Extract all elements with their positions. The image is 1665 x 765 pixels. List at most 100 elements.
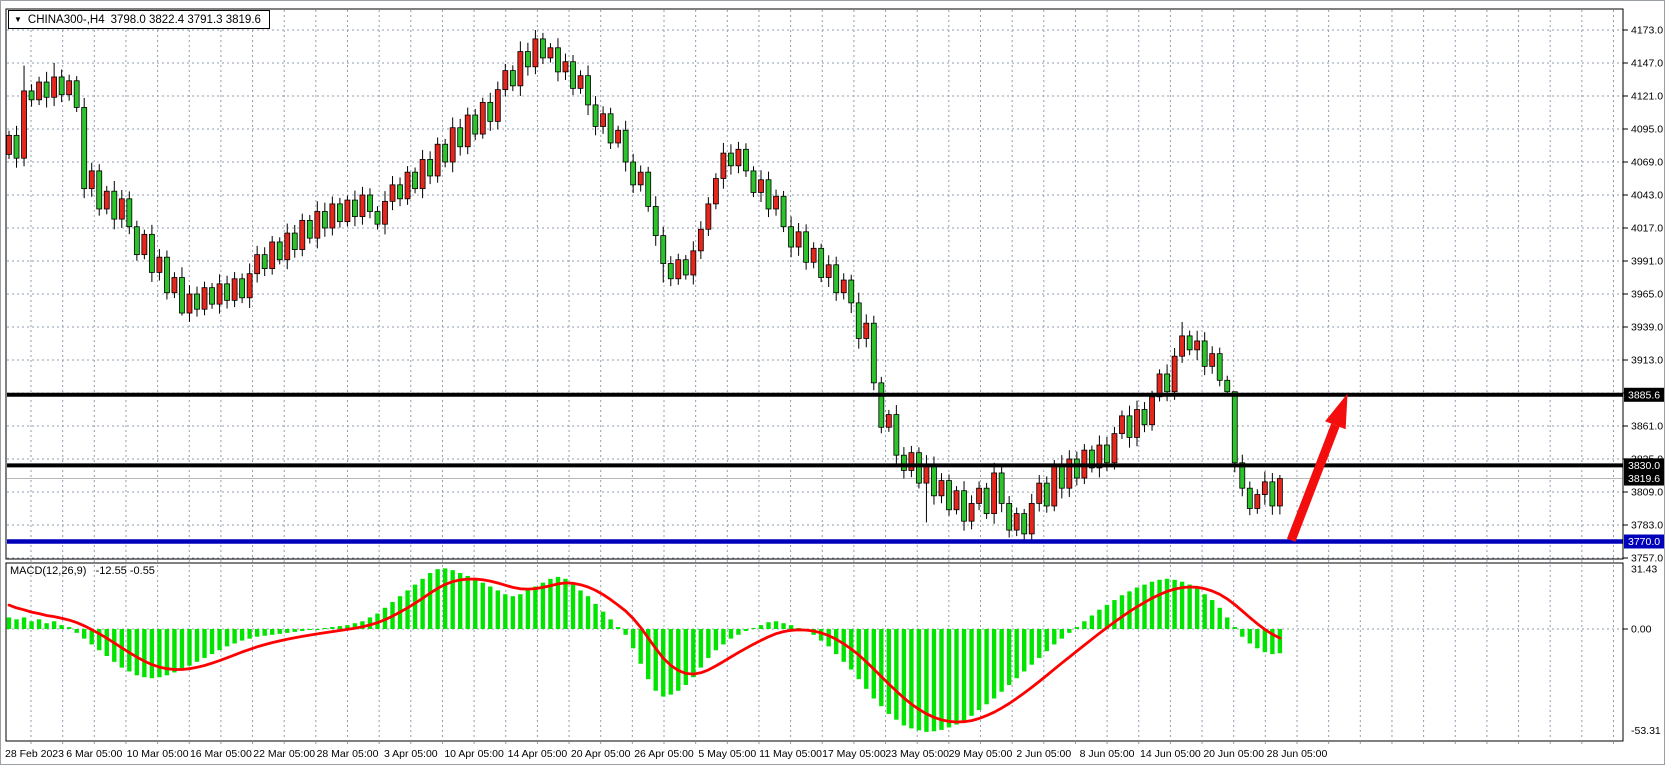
candle-up bbox=[465, 115, 470, 147]
candle-down bbox=[631, 162, 636, 185]
macd-histogram-bar bbox=[669, 629, 673, 695]
time-tick-label: 26 Apr 05:00 bbox=[634, 748, 694, 760]
macd-histogram-bar bbox=[255, 629, 259, 637]
candle-down bbox=[195, 294, 200, 309]
time-tick-label: 8 Jun 05:00 bbox=[1080, 748, 1135, 760]
candle-down bbox=[1225, 380, 1230, 391]
macd-histogram-bar bbox=[721, 629, 725, 644]
candle-up bbox=[247, 274, 252, 298]
price-tick-label: 3991.0 bbox=[1631, 256, 1663, 268]
macd-histogram-bar bbox=[1090, 615, 1094, 629]
macd-histogram-bar bbox=[7, 617, 11, 629]
macd-histogram-bar bbox=[1067, 629, 1071, 633]
candle-up bbox=[992, 473, 997, 514]
macd-histogram-bar bbox=[759, 625, 763, 629]
symbol-dropdown-icon[interactable]: ▼ bbox=[14, 16, 22, 24]
macd-histogram-bar bbox=[1187, 585, 1191, 629]
macd-histogram-bar bbox=[67, 627, 71, 629]
candle-down bbox=[947, 481, 952, 510]
macd-indicator-label: MACD(12,26,9) -12.55 -0.55 bbox=[10, 565, 155, 577]
macd-histogram-bar bbox=[1195, 588, 1199, 629]
macd-histogram-bar bbox=[541, 583, 545, 629]
macd-histogram-bar bbox=[909, 629, 913, 728]
macd-histogram-bar bbox=[533, 587, 537, 629]
macd-histogram-bar bbox=[450, 570, 454, 629]
macd-histogram-bar bbox=[82, 629, 86, 639]
candle-down bbox=[112, 191, 117, 219]
macd-histogram-bar bbox=[962, 629, 966, 721]
macd-histogram-bar bbox=[1210, 600, 1214, 629]
candle-down bbox=[653, 206, 658, 235]
price-tick-label: 4121.0 bbox=[1631, 91, 1663, 103]
macd-histogram-bar bbox=[180, 629, 184, 670]
macd-histogram-bar bbox=[608, 619, 612, 629]
candle-down bbox=[1142, 410, 1147, 425]
price-tick-label: 3913.0 bbox=[1631, 355, 1663, 367]
candle-up bbox=[796, 232, 801, 247]
symbol-ohlc-box[interactable]: ▼ CHINA300-,H4 3798.0 3822.4 3791.3 3819… bbox=[8, 10, 270, 29]
candle-down bbox=[322, 212, 327, 229]
candle-up bbox=[826, 265, 831, 278]
candle-up bbox=[285, 233, 290, 260]
price-tick-label: 4069.0 bbox=[1631, 157, 1663, 169]
macd-histogram-bar bbox=[699, 629, 703, 668]
macd-histogram-bar bbox=[37, 619, 41, 629]
macd-histogram-bar bbox=[872, 629, 876, 698]
macd-histogram-bar bbox=[887, 629, 891, 714]
candle-down bbox=[428, 159, 433, 176]
macd-histogram-bar bbox=[14, 619, 18, 629]
candle-up bbox=[142, 234, 147, 254]
candle-up bbox=[300, 220, 305, 249]
price-tick-label: 4043.0 bbox=[1631, 190, 1663, 202]
price-tick-label: 4095.0 bbox=[1631, 124, 1663, 136]
candle-down bbox=[1022, 514, 1027, 534]
time-tick-label: 20 Apr 05:00 bbox=[571, 748, 631, 760]
macd-histogram-bar bbox=[466, 576, 470, 629]
candle-down bbox=[1232, 392, 1237, 463]
price-tick-label: 3783.0 bbox=[1631, 520, 1663, 532]
candle-up bbox=[969, 503, 974, 521]
candle-up bbox=[383, 201, 388, 224]
candle-down bbox=[352, 200, 357, 217]
time-tick-label: 3 Apr 05:00 bbox=[384, 748, 438, 760]
macd-histogram-bar bbox=[578, 590, 582, 629]
macd-histogram-bar bbox=[481, 583, 485, 629]
candle-up bbox=[939, 481, 944, 496]
price-axis-badge-label: 3885.6 bbox=[1628, 389, 1660, 401]
candle-up bbox=[330, 204, 335, 228]
candle-up bbox=[1180, 336, 1185, 356]
candle-up bbox=[864, 323, 869, 338]
macd-histogram-bar bbox=[774, 621, 778, 629]
candle-down bbox=[999, 473, 1004, 503]
macd-histogram-bar bbox=[22, 617, 26, 629]
candle-down bbox=[337, 204, 342, 222]
macd-histogram-bar bbox=[420, 579, 424, 629]
candle-down bbox=[879, 383, 884, 427]
chart-canvas[interactable]: 4173.04147.04121.04095.04069.04043.04017… bbox=[1, 1, 1665, 765]
time-tick-label: 17 May 05:00 bbox=[822, 748, 886, 760]
macd-histogram-bar bbox=[518, 594, 522, 629]
macd-histogram-bar bbox=[593, 604, 597, 629]
macd-histogram-bar bbox=[1278, 629, 1282, 653]
macd-histogram-bar bbox=[661, 629, 665, 697]
candle-down bbox=[540, 39, 545, 58]
macd-histogram-bar bbox=[52, 621, 56, 629]
macd-histogram-bar bbox=[601, 612, 605, 629]
candle-up bbox=[1255, 495, 1260, 509]
macd-values: -12.55 -0.55 bbox=[96, 565, 155, 577]
macd-histogram-bar bbox=[744, 629, 748, 631]
macd-histogram-bar bbox=[435, 569, 439, 629]
candle-down bbox=[586, 76, 591, 105]
macd-histogram-bar bbox=[293, 629, 297, 632]
candle-down bbox=[225, 284, 230, 301]
candle-up bbox=[759, 180, 764, 193]
price-axis-badge-label: 3830.0 bbox=[1628, 460, 1660, 472]
candle-up bbox=[89, 171, 94, 189]
macd-histogram-bar bbox=[563, 579, 567, 629]
macd-histogram-bar bbox=[1255, 629, 1259, 648]
macd-histogram-bar bbox=[59, 625, 63, 629]
candle-down bbox=[367, 195, 372, 212]
ohlc-values: 3798.0 3822.4 3791.3 3819.6 bbox=[111, 14, 261, 26]
candle-down bbox=[1127, 416, 1132, 438]
macd-histogram-bar bbox=[736, 629, 740, 635]
